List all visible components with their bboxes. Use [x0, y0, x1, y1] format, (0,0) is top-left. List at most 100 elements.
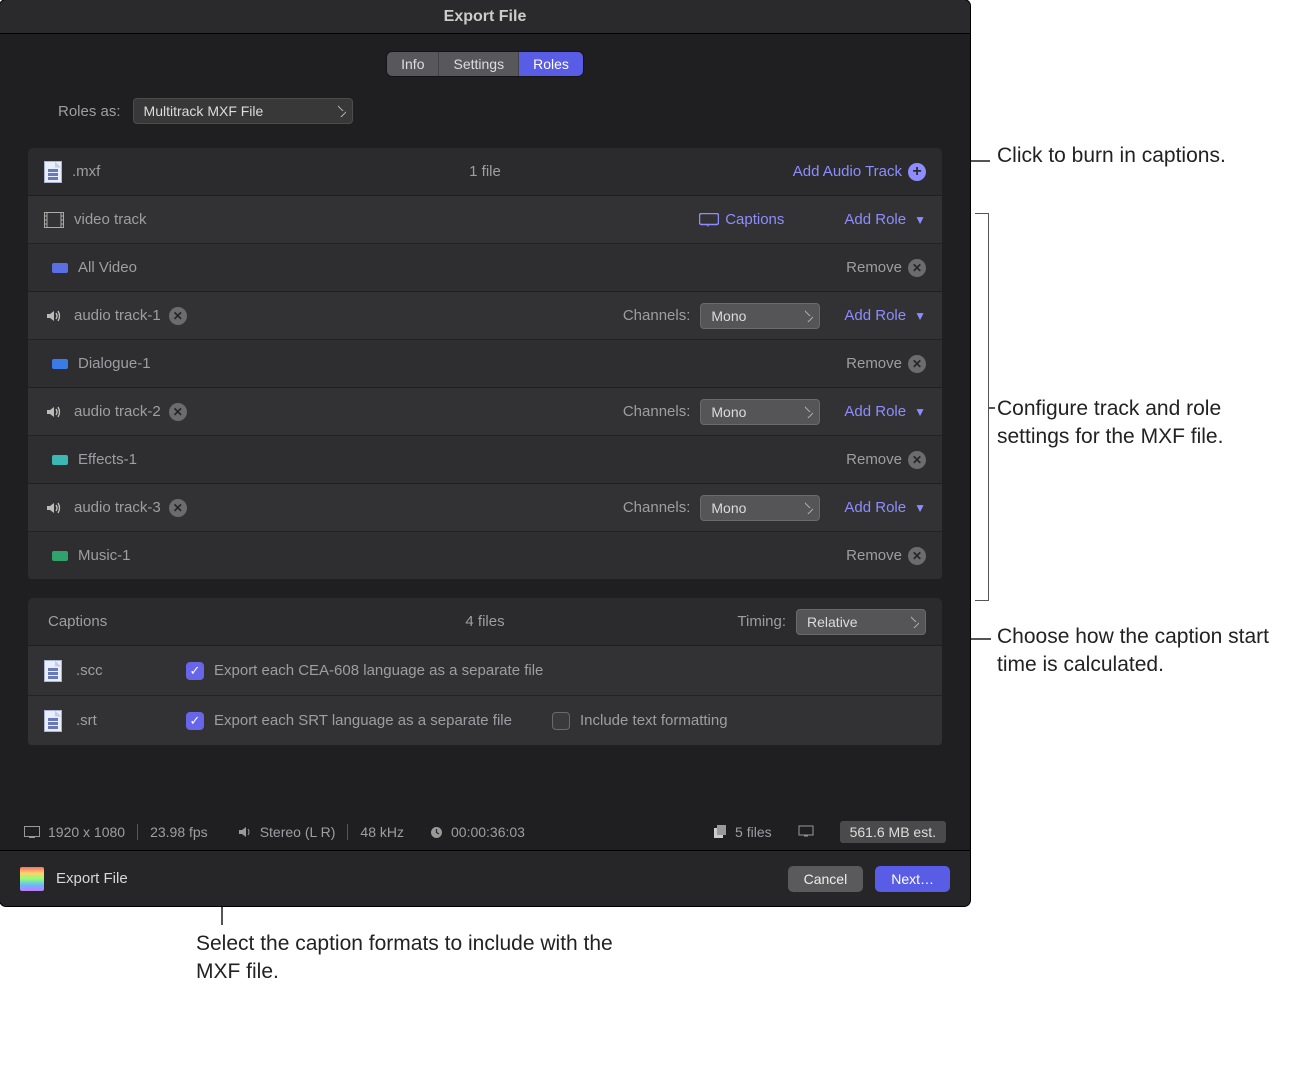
callout-configure: Configure track and role settings for th…: [997, 395, 1297, 452]
channels-select[interactable]: Mono: [700, 495, 820, 521]
canvas: Click to burn in captions. Configure tra…: [0, 0, 1303, 1083]
timing-select[interactable]: Relative: [796, 609, 926, 635]
channels-select[interactable]: Mono: [700, 399, 820, 425]
all-video-label: All Video: [78, 259, 137, 276]
speaker-icon: [44, 309, 64, 323]
status-fps: 23.98 fps: [150, 824, 208, 840]
speaker-icon: [44, 405, 64, 419]
video-add-role-button[interactable]: Add Role: [844, 211, 906, 228]
remove-role-button[interactable]: ✕: [908, 259, 926, 277]
audio-add-role-button[interactable]: Add Role: [844, 307, 906, 324]
remove-role-button[interactable]: ✕: [908, 355, 926, 373]
role-swatch: [52, 263, 68, 273]
chevron-down-icon[interactable]: ▼: [914, 501, 926, 515]
timing-label: Timing:: [737, 613, 786, 630]
captions-toggle-label: Captions: [725, 211, 784, 228]
audio-track-row: audio track-2✕Channels:MonoAdd Role▼: [28, 388, 942, 436]
content-area: Info Settings Roles Roles as: Multitrack…: [0, 34, 970, 746]
captions-header-row: Captions 4 files Timing: Relative: [28, 598, 942, 646]
export-separate-checkbox[interactable]: ✓: [186, 662, 204, 680]
audio-role-row: Effects-1 Remove ✕: [28, 436, 942, 484]
remove-label: Remove: [846, 259, 902, 276]
remove-label: Remove: [846, 451, 902, 468]
plus-icon: +: [908, 163, 926, 181]
film-icon: [44, 212, 64, 228]
video-track-label: video track: [74, 211, 147, 228]
role-swatch: [52, 455, 68, 465]
mxf-file-count: 1 file: [469, 163, 501, 180]
channels-label: Channels:: [623, 499, 691, 516]
video-track-row: video track Captions Add Role ▼: [28, 196, 942, 244]
add-audio-track-button[interactable]: Add Audio Track +: [793, 163, 926, 181]
cc-icon: [699, 213, 719, 227]
audio-track-label: audio track-3: [74, 499, 161, 516]
caption-ext: .srt: [76, 712, 156, 729]
audio-role-row: Music-1Remove✕: [28, 532, 942, 580]
audio-track-row: audio track-1 ✕ Channels: Mono Add Role ▼: [28, 292, 942, 340]
cancel-button[interactable]: Cancel: [788, 866, 864, 892]
chevron-down-icon[interactable]: ▼: [914, 309, 926, 323]
audio-add-role-button[interactable]: Add Role: [844, 499, 906, 516]
tabs: Info Settings Roles: [28, 52, 942, 76]
captions-header-label: Captions: [48, 613, 107, 630]
add-audio-track-label: Add Audio Track: [793, 163, 902, 180]
roles-as-row: Roles as: Multitrack MXF File: [58, 98, 942, 124]
callout-select: Select the caption formats to include wi…: [196, 930, 616, 987]
audio-track-row: audio track-3 ✕ Channels: Mono Add Role ▼: [28, 484, 942, 532]
bottom-bar: Export File Cancel Next…: [0, 850, 970, 906]
include-formatting-checkbox[interactable]: [552, 712, 570, 730]
captions-toggle-button[interactable]: Captions: [699, 211, 784, 228]
mxf-header-row: .mxf 1 file Add Audio Track +: [28, 148, 942, 196]
remove-track-button[interactable]: ✕: [169, 499, 187, 517]
roles-as-label: Roles as:: [58, 103, 121, 120]
status-size-estimate: 561.6 MB est.: [840, 821, 946, 843]
tab-info[interactable]: Info: [387, 52, 439, 76]
remove-role-button[interactable]: ✕: [908, 451, 926, 469]
document-icon: [44, 161, 62, 183]
roles-as-select[interactable]: Multitrack MXF File: [133, 98, 353, 124]
monitor-icon: [24, 826, 40, 838]
tabs-inner: Info Settings Roles: [387, 52, 583, 76]
audio-track-label: audio track-1: [74, 307, 161, 324]
chevron-down-icon[interactable]: ▼: [914, 405, 926, 419]
channels-select[interactable]: Mono: [700, 303, 820, 329]
captions-panel: Captions 4 files Timing: Relative .scc ✓ E…: [28, 598, 942, 746]
status-resolution: 1920 x 1080: [48, 824, 125, 840]
channels-label: Channels:: [623, 307, 691, 324]
caption-format-row: .srt ✓ Export each SRT language as a separ…: [28, 696, 942, 746]
speaker-icon: [44, 501, 64, 515]
speaker-icon: [238, 826, 252, 838]
status-srate: 48 kHz: [360, 824, 404, 840]
preset-name: Export File: [56, 870, 128, 887]
captions-file-count: 4 files: [465, 613, 504, 630]
audio-add-role-button[interactable]: Add Role: [844, 403, 906, 420]
files-icon: [713, 825, 727, 839]
tab-roles[interactable]: Roles: [519, 52, 583, 76]
chevron-down-icon[interactable]: ▼: [914, 213, 926, 227]
all-video-role-row: All Video Remove ✕: [28, 244, 942, 292]
callout-burn: Click to burn in captions.: [997, 142, 1226, 170]
remove-track-button[interactable]: ✕: [169, 307, 187, 325]
status-file-count: 5 files: [735, 824, 772, 840]
audio-role-label: Music-1: [78, 547, 131, 564]
export-separate-checkbox[interactable]: ✓: [186, 712, 204, 730]
remove-track-button[interactable]: ✕: [169, 403, 187, 421]
status-bar: 1920 x 1080 23.98 fps Stereo (L R) 48 kH…: [0, 814, 970, 850]
role-swatch: [52, 359, 68, 369]
audio-role-label: Effects-1: [78, 451, 137, 468]
export-separate-label: Export each SRT language as a separate f…: [214, 712, 512, 729]
next-button[interactable]: Next…: [875, 866, 950, 892]
tab-settings[interactable]: Settings: [439, 52, 519, 76]
role-swatch: [52, 551, 68, 561]
bracket-configure: [975, 213, 989, 601]
display-icon: [798, 824, 814, 840]
include-formatting-label: Include text formatting: [580, 712, 728, 729]
mxf-ext: .mxf: [72, 163, 100, 180]
remove-role-button[interactable]: ✕: [908, 547, 926, 565]
audio-role-row: Dialogue-1Remove✕: [28, 340, 942, 388]
preset-icon: [20, 867, 44, 891]
tracks-panel: .mxf 1 file Add Audio Track + video trac…: [28, 148, 942, 580]
caption-ext: .scc: [76, 662, 156, 679]
callout-line-configure: [989, 407, 995, 409]
export-window: Export File Info Settings Roles Roles as…: [0, 0, 970, 906]
